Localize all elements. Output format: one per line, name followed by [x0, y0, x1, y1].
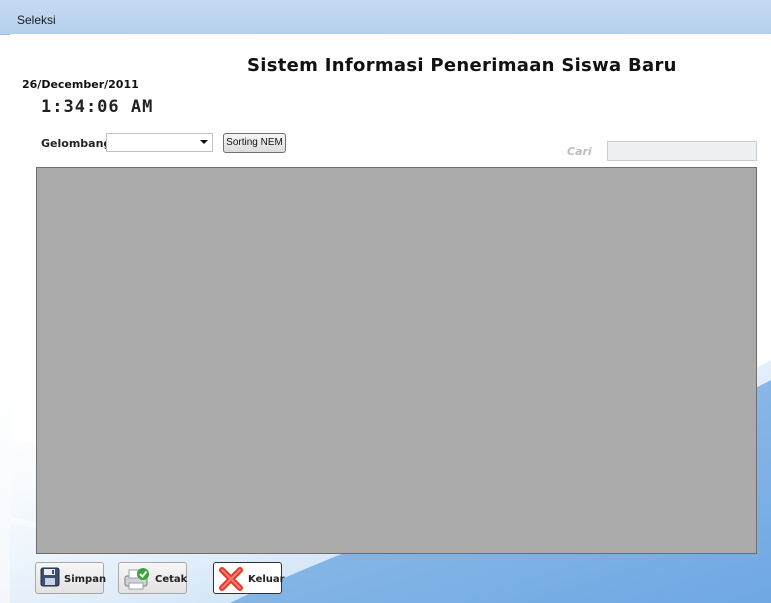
- floppy-disk-icon: [40, 566, 60, 591]
- window-title: Seleksi: [17, 13, 56, 27]
- red-x-icon: [218, 566, 244, 595]
- simpan-button[interactable]: Simpan: [35, 562, 107, 594]
- date-display: 26/December/2011: [22, 78, 139, 91]
- cetak-button[interactable]: Cetak: [118, 562, 187, 594]
- data-grid[interactable]: [36, 167, 757, 554]
- clock-display: 1:34:06 AM: [41, 97, 154, 117]
- search-label: Cari: [567, 145, 592, 158]
- simpan-label: Simpan: [64, 574, 107, 585]
- chevron-down-icon[interactable]: [200, 140, 208, 144]
- keluar-button[interactable]: Keluar: [213, 562, 285, 595]
- search-input[interactable]: [607, 141, 757, 161]
- printer-check-icon: [123, 566, 151, 595]
- page-title: Sistem Informasi Penerimaan Siswa Baru: [247, 55, 677, 76]
- title-bar[interactable]: Seleksi: [0, 0, 771, 35]
- gelombang-select[interactable]: [106, 133, 213, 152]
- cetak-label: Cetak: [155, 574, 188, 585]
- app-window: Seleksi Sistem Informasi Penerimaan Sisw…: [0, 0, 771, 603]
- sorting-nem-button[interactable]: Sorting NEM: [223, 133, 286, 153]
- keluar-label: Keluar: [248, 574, 285, 585]
- gelombang-label: Gelombang: [41, 137, 112, 150]
